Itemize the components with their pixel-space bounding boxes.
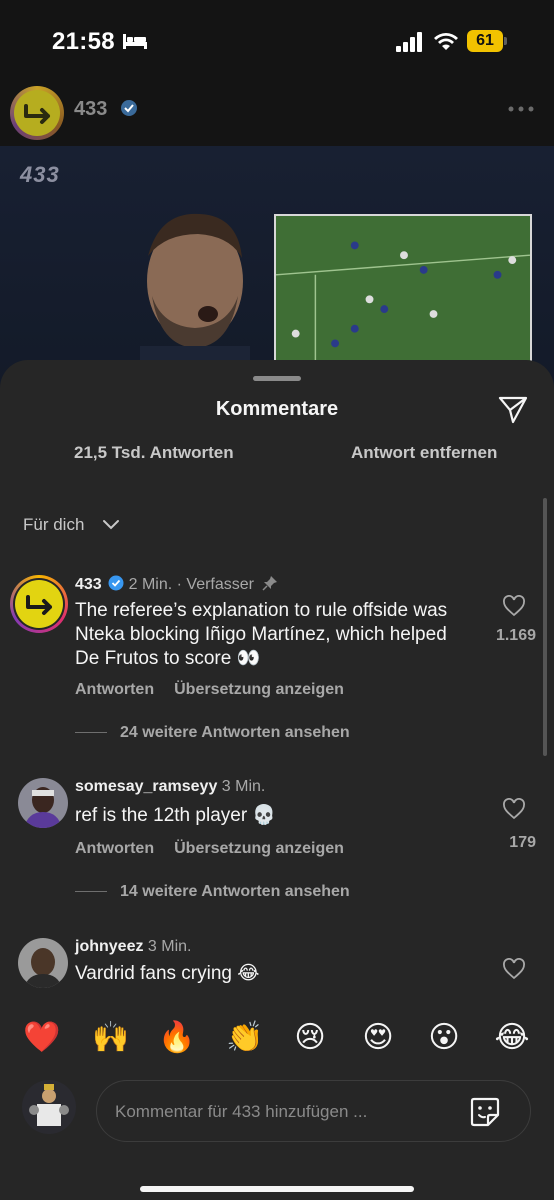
avatar-logo <box>15 580 63 628</box>
chevron-down-icon[interactable] <box>102 517 120 531</box>
comment-time: 3 Min. <box>221 778 266 795</box>
433-logo-icon <box>24 104 50 124</box>
comment-composer <box>0 1072 554 1200</box>
verified-icon <box>108 575 124 591</box>
post-username[interactable]: 433 <box>74 98 107 121</box>
post-header: 433 <box>0 84 554 142</box>
translate-button[interactable]: Übersetzung anzeigen <box>174 840 344 857</box>
comment-username[interactable]: somesay_ramseyy <box>75 778 217 795</box>
post-avatar[interactable] <box>10 86 64 140</box>
view-more-replies-button[interactable]: 14 weitere Antworten ansehen <box>120 883 350 901</box>
home-indicator[interactable] <box>140 1186 414 1192</box>
emoji-clap-button[interactable]: 👏 <box>226 1020 263 1056</box>
sheet-title: Kommentare <box>215 398 339 420</box>
comment-meta: 433 2 Min. · Verfasser <box>75 575 278 594</box>
like-count: 1.169 <box>495 627 536 644</box>
comment-text: ref is the 12th player 💀 <box>75 805 277 826</box>
comment-input-wrapper <box>96 1080 531 1142</box>
heart-icon[interactable] <box>502 595 526 617</box>
433-logo-icon <box>26 595 52 615</box>
battery-icon: 61 <box>467 30 507 52</box>
emoji-raised-hands-button[interactable]: 🙌 <box>92 1020 129 1056</box>
comment-meta: somesay_ramseyy 3 Min. <box>75 778 265 796</box>
comment-actions: Antworten Übersetzung anzeigen <box>75 681 344 699</box>
wifi-icon <box>434 33 458 50</box>
battery-level: 61 <box>476 32 494 49</box>
emoji-heart-eyes-button[interactable]: 😍 <box>360 1020 396 1056</box>
comment-text: Vardrid fans crying 😂 <box>75 963 260 984</box>
replies-divider-line <box>75 732 107 733</box>
comment-item: somesay_ramseyy 3 Min. ref is the 12th p… <box>0 778 554 918</box>
signal-icon <box>396 32 422 52</box>
comment-avatar[interactable] <box>18 778 68 828</box>
sticker-icon[interactable] <box>468 1095 502 1129</box>
sheet-grab-handle[interactable] <box>253 376 301 381</box>
view-more-replies-button[interactable]: 24 weitere Antworten ansehen <box>120 724 350 742</box>
remove-reply-button[interactable]: Antwort entfernen <box>351 443 497 463</box>
my-avatar[interactable] <box>22 1080 76 1134</box>
emoji-crying-button[interactable]: 😢 <box>292 1020 328 1056</box>
status-bar: 21:58 61 <box>0 0 554 84</box>
user-avatar-image <box>22 1080 76 1134</box>
emoji-surprised-button[interactable]: 😮 <box>426 1020 462 1056</box>
avatar-inner <box>13 578 65 630</box>
heart-icon[interactable] <box>502 798 526 820</box>
reply-button[interactable]: Antworten <box>75 840 154 857</box>
emoji-laughing-button[interactable]: 😂 <box>494 1020 530 1056</box>
comment-input[interactable] <box>115 1099 455 1125</box>
user-avatar-image <box>18 778 68 828</box>
user-avatar-image <box>18 938 68 988</box>
emoji-fire-button[interactable]: 🔥 <box>158 1020 195 1056</box>
comment-actions: Antworten Übersetzung anzeigen <box>75 840 344 858</box>
avatar-logo <box>14 90 60 136</box>
comment-avatar[interactable] <box>18 938 68 988</box>
comment-username[interactable]: 433 <box>75 576 102 593</box>
battery-tip <box>504 37 507 45</box>
replies-divider-line <box>75 891 107 892</box>
comment-text: The referee’s explanation to rule offsid… <box>75 600 448 669</box>
translate-button[interactable]: Übersetzung anzeigen <box>174 681 344 698</box>
comment-time: 3 Min. <box>147 938 192 955</box>
bed-icon <box>123 34 147 49</box>
filter-dropdown[interactable]: Für dich <box>23 515 84 535</box>
pin-icon <box>262 576 278 591</box>
status-time: 21:58 <box>52 28 115 55</box>
reply-count[interactable]: 21,5 Tsd. Antworten <box>74 443 234 463</box>
comment-time: 2 Min. <box>128 576 173 593</box>
comment-item: 433 2 Min. · Verfasser The referee’s exp… <box>0 575 554 775</box>
emoji-heart-button[interactable]: ❤️ <box>23 1020 60 1056</box>
verified-icon <box>121 100 137 116</box>
comment-item: johnyeez 3 Min. Vardrid fans crying 😂 <box>0 938 554 994</box>
comment-avatar[interactable] <box>10 575 68 633</box>
post-background: 21:58 61 433 433 <box>0 0 554 400</box>
more-options-icon[interactable] <box>506 104 536 114</box>
like-count: 179 <box>509 834 536 851</box>
emoji-reaction-bar: ❤️ 🙌 🔥 👏 😢 😍 😮 😂 <box>0 1010 554 1066</box>
media-watermark-logo: 433 <box>20 162 60 187</box>
share-send-icon[interactable] <box>497 394 529 426</box>
comment-meta: johnyeez 3 Min. <box>75 938 192 956</box>
reply-button[interactable]: Antworten <box>75 681 154 698</box>
author-label: · Verfasser <box>176 576 254 593</box>
comment-username[interactable]: johnyeez <box>75 938 143 955</box>
heart-icon[interactable] <box>502 958 526 980</box>
